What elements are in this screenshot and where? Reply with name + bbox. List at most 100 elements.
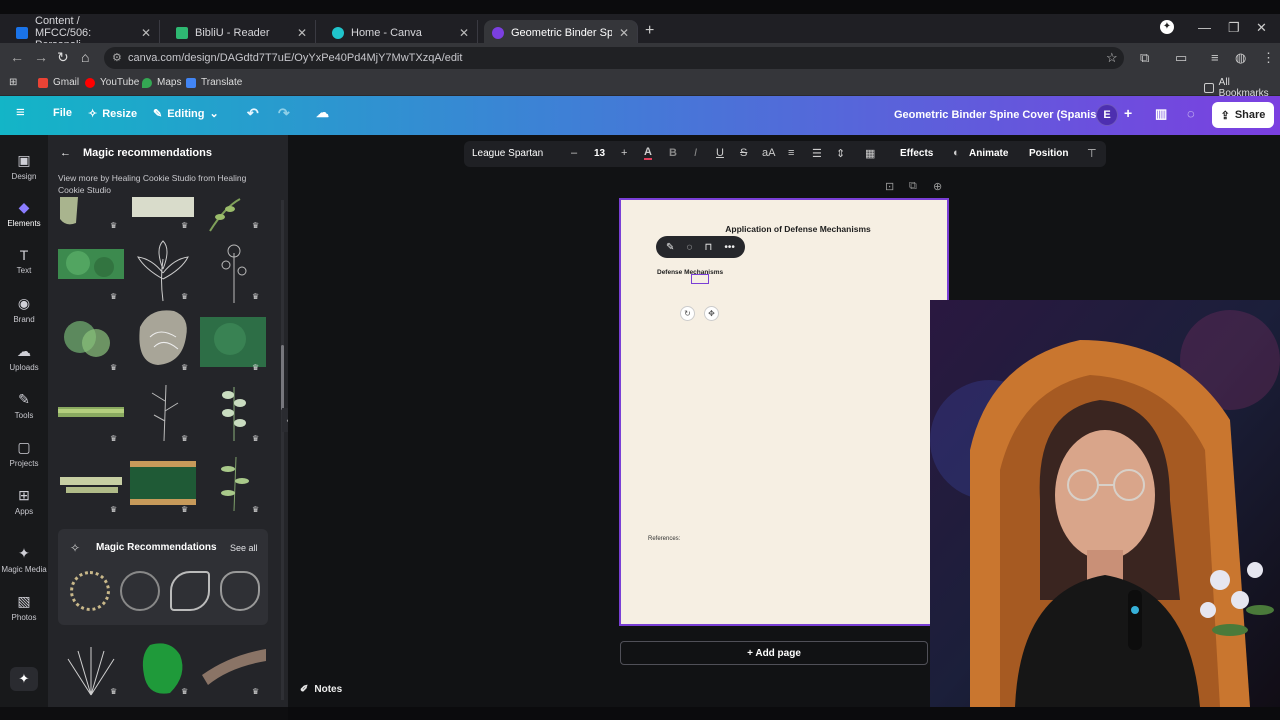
notes-button[interactable]: ✐ Notes [300, 684, 342, 695]
transparency-icon[interactable]: ▦ [865, 147, 875, 160]
element-thumbnail[interactable] [58, 313, 124, 369]
back-arrow-icon[interactable]: ← [60, 147, 71, 159]
references-text[interactable]: References: [648, 536, 680, 542]
underline-icon[interactable]: U [716, 147, 724, 159]
move-handle-icon[interactable]: ✥ [704, 306, 719, 321]
rail-item-design[interactable]: ▣ Design [0, 152, 48, 181]
animate-button[interactable]: Animate [969, 148, 1008, 159]
text-color-icon[interactable]: A [644, 147, 652, 160]
list-icon[interactable]: ☰ [812, 147, 822, 160]
lock-icon[interactable]: ⊓ [705, 242, 713, 253]
more-options-icon[interactable]: ••• [724, 242, 735, 253]
editing-mode-button[interactable]: ✎ Editing ⌄ [153, 107, 219, 121]
window-close-icon[interactable]: ✕ [1256, 20, 1267, 36]
position-button[interactable]: Position [1029, 148, 1068, 159]
avatar[interactable]: E [1096, 104, 1118, 126]
extension-icon[interactable]: ✦ [1160, 20, 1174, 34]
bookmark-translate[interactable]: Translate [186, 77, 242, 88]
comment-icon[interactable]: ◌ [1187, 106, 1195, 121]
italic-icon[interactable]: I [694, 147, 697, 159]
maximize-icon[interactable]: ❐ [1228, 20, 1240, 36]
bookmark-label: Maps [157, 77, 182, 88]
bold-icon[interactable]: B [669, 147, 677, 159]
comment-icon[interactable]: ◌ [687, 242, 693, 253]
scrollbar-thumb[interactable] [281, 345, 284, 410]
element-thumbnail[interactable] [130, 197, 196, 221]
bookmark-maps[interactable]: Maps [142, 77, 181, 88]
close-icon[interactable]: ✕ [297, 26, 307, 40]
design-page[interactable]: Application of Defense Mechanisms Defens… [619, 198, 949, 626]
add-page-button[interactable]: + Add page [620, 641, 928, 665]
rotate-handle-icon[interactable]: ↻ [680, 306, 695, 321]
duplicate-page-icon[interactable]: ⧉ [909, 180, 917, 193]
profile-icon[interactable]: ◍ [1235, 50, 1246, 66]
close-icon[interactable]: ✕ [141, 26, 151, 40]
rail-item-elements[interactable]: ◆ Elements [0, 199, 48, 228]
panel-scrollbar[interactable] [281, 200, 284, 700]
selection-box[interactable] [691, 274, 709, 284]
extensions-icon[interactable]: ⧉ [1140, 50, 1149, 66]
forward-icon[interactable]: → [34, 49, 48, 65]
see-all-link[interactable]: See all [230, 543, 258, 553]
line-ring-thumbnail[interactable] [220, 571, 260, 611]
animate-icon[interactable]: ◐ [953, 147, 960, 159]
wreath-thumbnail[interactable] [70, 571, 110, 611]
align-center-icon[interactable]: ≡ [788, 147, 794, 159]
home-icon[interactable]: ⌂ [81, 49, 89, 65]
rail-item-photos[interactable]: ▧ Photos [0, 593, 48, 622]
close-icon[interactable]: ✕ [459, 26, 469, 40]
reload-icon[interactable]: ↻ [57, 49, 69, 66]
magic-edit-icon[interactable]: ✎ [666, 242, 674, 253]
page-title-text[interactable]: Application of Defense Mechanisms [621, 224, 951, 234]
ring-thumbnail[interactable] [120, 571, 160, 611]
letter-case-icon[interactable]: aA [762, 147, 775, 159]
font-size-input[interactable]: 13 [594, 148, 605, 159]
panel-subtitle[interactable]: View more by Healing Cookie Studio from … [58, 172, 268, 196]
rail-item-uploads[interactable]: ☁ Uploads [0, 343, 48, 372]
redo-icon[interactable]: ↷ [278, 105, 290, 122]
rail-item-projects[interactable]: ▢ Projects [0, 439, 48, 468]
minimize-icon[interactable]: — [1198, 20, 1211, 35]
leaf-ring-thumbnail[interactable] [170, 571, 210, 611]
lock-page-icon[interactable]: ⊡ [885, 180, 894, 193]
add-page-icon[interactable]: ⊕ [933, 180, 942, 193]
add-collaborator-icon[interactable]: + [1124, 105, 1132, 121]
font-family-dropdown[interactable]: League Spartan [470, 144, 558, 164]
element-thumbnail[interactable] [130, 307, 196, 369]
canva-assistant-button[interactable]: ✦ [10, 667, 38, 691]
bookmark-star-icon[interactable]: ☆ [1106, 50, 1118, 66]
rail-item-text[interactable]: T Text [0, 247, 48, 275]
undo-icon[interactable]: ↶ [247, 105, 259, 122]
decrease-size-icon[interactable]: – [571, 147, 577, 159]
insights-chart-icon[interactable]: ▥ [1155, 106, 1167, 122]
increase-size-icon[interactable]: + [621, 147, 627, 159]
element-thumbnail[interactable] [200, 313, 266, 369]
file-menu[interactable]: File [53, 107, 72, 119]
resize-button[interactable]: ✧ Resize [88, 107, 137, 121]
strikethrough-icon[interactable]: S [740, 147, 747, 159]
url-field[interactable]: ⚙ canva.com/design/DAGdtd7T7uE/OyYxPe40P… [104, 47, 1124, 69]
back-icon[interactable]: ← [10, 49, 24, 65]
rail-item-brand[interactable]: ◉ Brand [0, 295, 48, 324]
element-thumbnail[interactable] [58, 385, 124, 441]
cast-icon[interactable]: ▭ [1175, 50, 1187, 66]
rail-item-tools[interactable]: ✎ Tools [0, 391, 48, 420]
element-thumbnail[interactable] [200, 453, 266, 513]
design-title[interactable]: Geometric Binder Spine Cover (Spanish) [894, 109, 1107, 121]
rail-item-apps[interactable]: ⊞ Apps [0, 487, 48, 516]
effects-button[interactable]: Effects [900, 148, 933, 159]
paint-format-icon[interactable]: ⊤ [1087, 147, 1097, 160]
rail-item-magic-media[interactable]: ✦ Magic Media [0, 545, 48, 574]
site-info-icon[interactable]: ⚙ [112, 51, 122, 64]
share-button[interactable]: ⇪ Share [1212, 102, 1274, 128]
cloud-save-icon[interactable]: ☁ [316, 105, 329, 121]
hamburger-menu-icon[interactable]: ≡ [16, 104, 25, 121]
bookmark-youtube[interactable]: YouTube [85, 77, 139, 88]
close-icon[interactable]: ✕ [619, 26, 629, 40]
new-tab-icon[interactable]: + [645, 22, 654, 40]
bookmark-gmail[interactable]: Gmail [38, 77, 79, 88]
spacing-icon[interactable]: ⇕ [836, 147, 845, 160]
menu-lines-icon[interactable]: ≡ [1211, 50, 1219, 65]
more-icon[interactable]: ⋮ [1262, 50, 1275, 66]
apps-grid-icon[interactable]: ⊞ [9, 77, 17, 88]
